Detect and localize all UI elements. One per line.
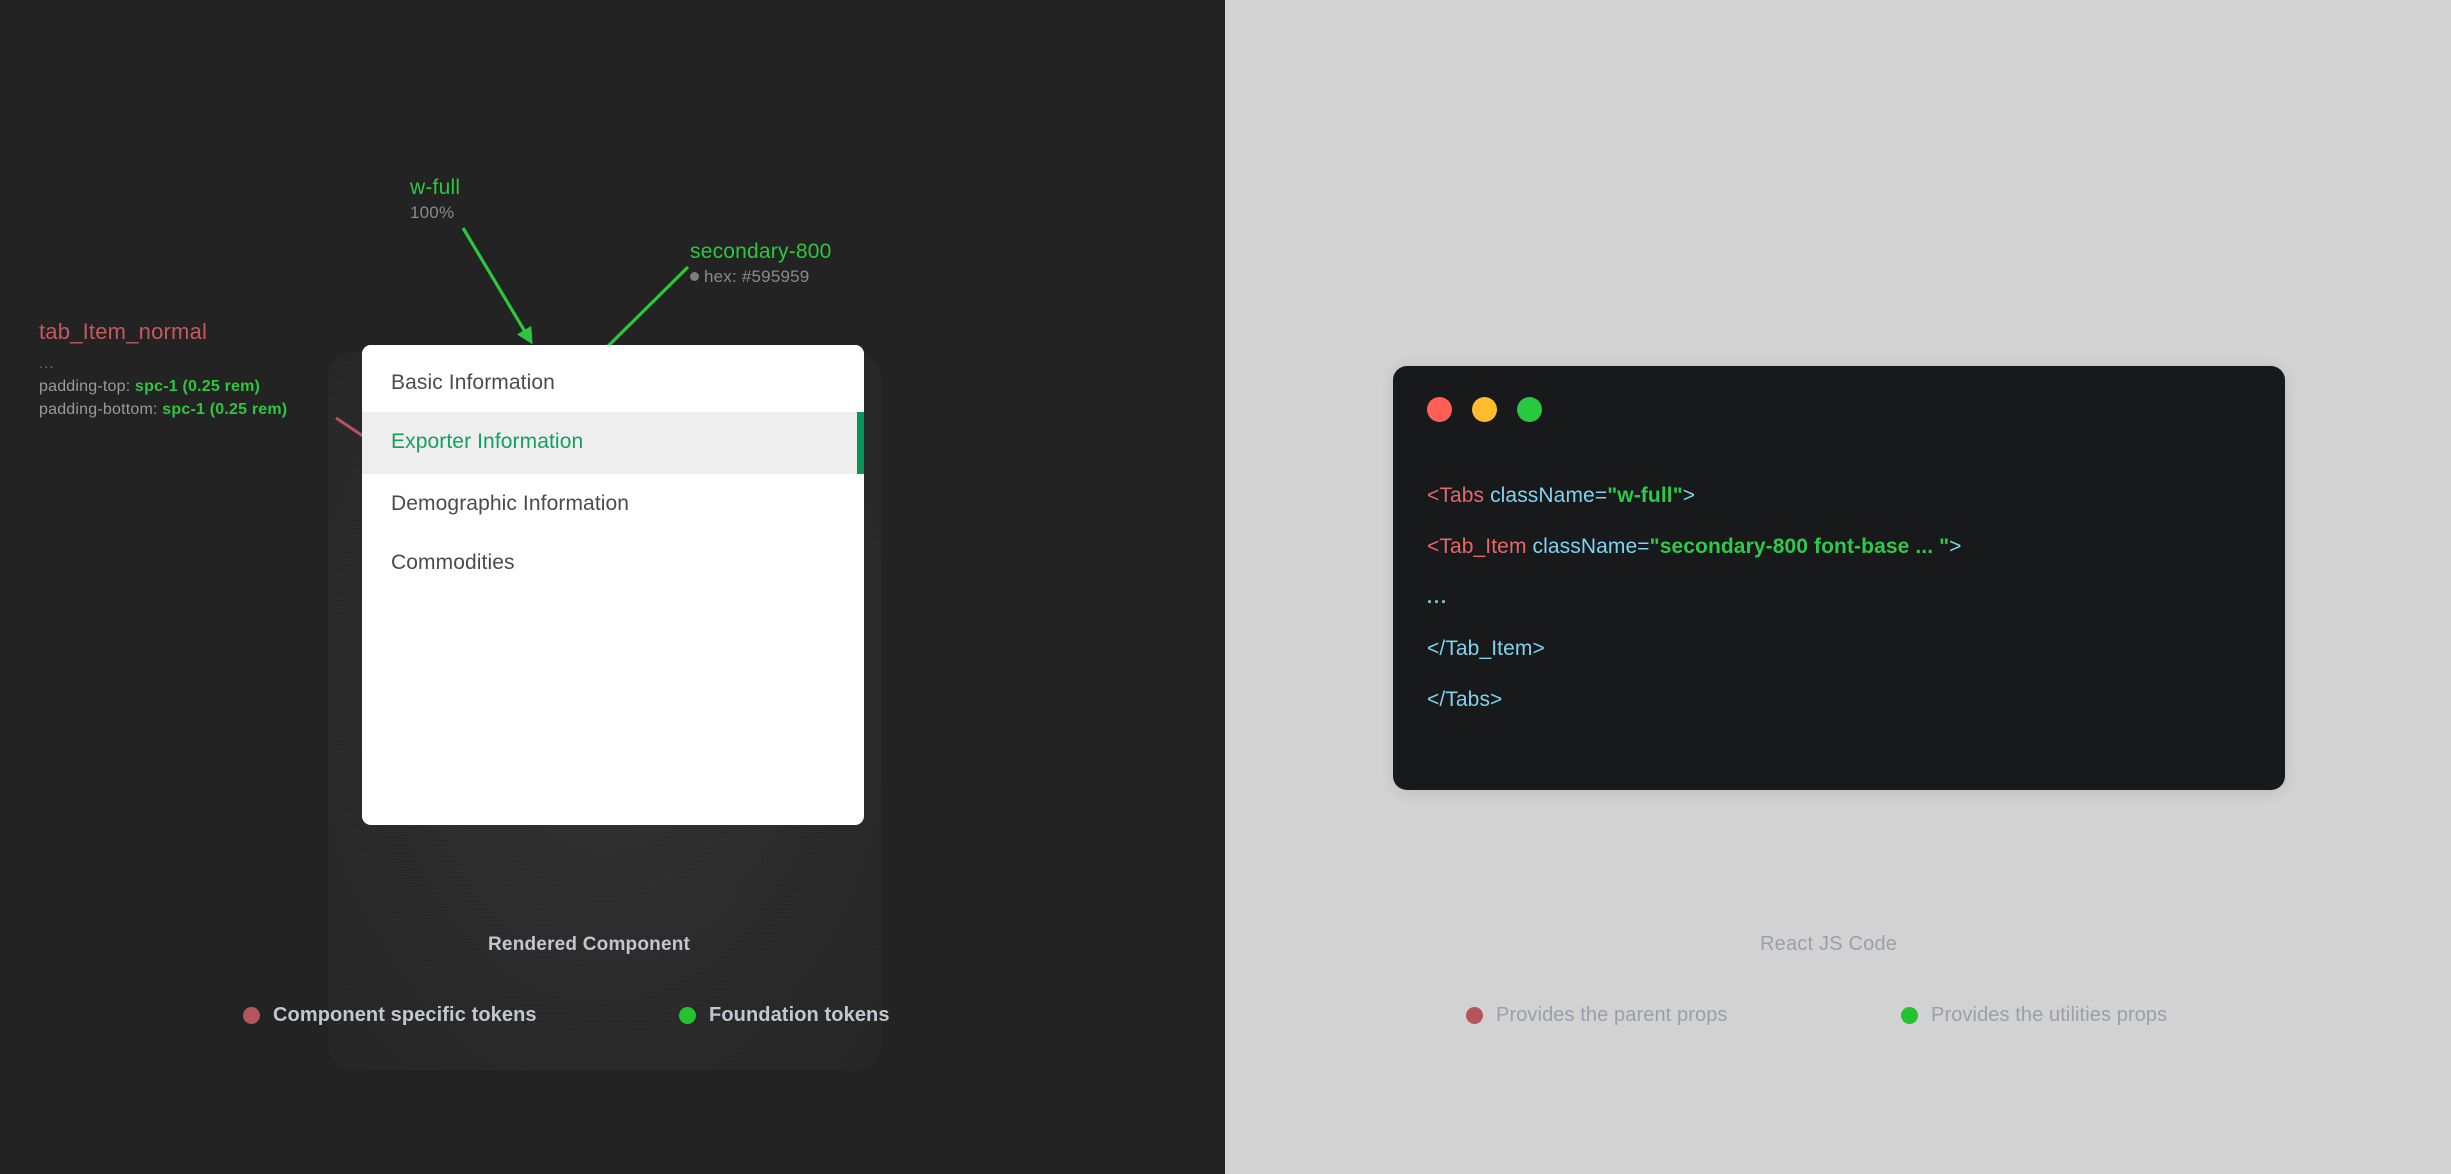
code-line-tabitem-open: <Tab_Item className="secondary-800 font-… [1427, 535, 2261, 558]
annotation-prop-padding-top: padding-top: spc-1 (0.25 rem) [39, 375, 287, 398]
annotation-w-full: w-full 100% [410, 176, 460, 223]
legend-dot-icon [679, 1007, 696, 1024]
annotation-prop-padding-top-name: padding-top: [39, 378, 131, 395]
code-line-tabs-close: </Tabs> [1427, 688, 1503, 711]
legend-dot-icon [1466, 1007, 1483, 1024]
annotation-secondary-800: secondary-800 hex: #595959 [690, 240, 832, 287]
code-attr-name: className= [1490, 484, 1608, 507]
code-quote-open: " [1607, 484, 1618, 507]
annotation-prop-padding-top-value: spc-1 (0.25 rem) [135, 378, 261, 395]
legend-utilities-props: Provides the utilities props [1901, 1004, 2167, 1027]
code-attr-value: secondary-800 font-base ... [1659, 535, 1940, 558]
legend-dot-icon [243, 1007, 260, 1024]
tab-item-label: Exporter Information [391, 430, 584, 454]
code-tag-name: <Tab_Item [1427, 535, 1533, 558]
legend-label: Provides the utilities props [1931, 1004, 2168, 1026]
code-tag-close: > [1682, 484, 1696, 507]
code-tag-close: > [1949, 535, 1962, 558]
arrow-w-full [461, 227, 533, 345]
annotation-secondary-800-hex-row: hex: #595959 [690, 267, 832, 287]
window-traffic-lights [1427, 397, 1542, 422]
tab-item-label: Demographic Information [391, 491, 630, 515]
annotation-w-full-value: 100% [410, 203, 455, 222]
tab-item-basic-information[interactable]: Basic Information [362, 345, 864, 413]
right-panel-caption: React JS Code [1760, 933, 1898, 955]
screenshot-stage: w-full 100% secondary-800 hex: #595959 t… [0, 0, 2451, 1174]
code-attr-name: className= [1532, 535, 1650, 558]
left-dark-panel: w-full 100% secondary-800 hex: #595959 t… [0, 0, 1225, 1174]
close-dot-icon[interactable] [1427, 397, 1452, 422]
code-line-ellipsis: ... [1427, 587, 1449, 607]
legend-parent-props: Provides the parent props [1466, 1004, 1728, 1027]
code-quote-close: " [1672, 484, 1683, 507]
code-tag-name: <Tabs [1427, 484, 1491, 507]
annotation-prop-padding-bottom-name: padding-bottom: [39, 401, 158, 418]
active-tab-indicator [857, 412, 864, 474]
color-swatch-dot-icon [690, 272, 699, 281]
legend-dot-icon [1901, 1007, 1918, 1024]
minimize-dot-icon[interactable] [1472, 397, 1497, 422]
tab-item-label: Commodities [391, 551, 515, 575]
code-attr-value: w-full [1617, 484, 1673, 507]
tab-item-exporter-information[interactable]: Exporter Information [362, 412, 864, 474]
legend-label: Provides the parent props [1496, 1004, 1728, 1026]
code-quote-close: " [1939, 535, 1950, 558]
code-window: <Tabs className="w-full"> <Tab_Item clas… [1393, 366, 2285, 790]
annotation-tab-item-normal-token: tab_Item_normal [39, 319, 208, 344]
annotation-ellipsis: ... [39, 355, 55, 372]
annotation-tab-item-normal: tab_Item_normal ... padding-top: spc-1 (… [39, 319, 287, 421]
tabs-component: Basic Information Exporter Information D… [362, 345, 864, 825]
annotation-prop-padding-bottom: padding-bottom: spc-1 (0.25 rem) [39, 398, 287, 421]
code-line-tabs-open: <Tabs className="w-full"> [1427, 484, 2261, 507]
annotation-secondary-800-hex: hex: #595959 [704, 267, 810, 286]
left-panel-caption: Rendered Component [488, 934, 691, 955]
tab-item-demographic-information[interactable]: Demographic Information [362, 473, 864, 529]
tab-item-label: Basic Information [391, 371, 555, 394]
annotation-prop-padding-bottom-value: spc-1 (0.25 rem) [162, 401, 288, 418]
annotation-w-full-token: w-full [410, 176, 461, 199]
code-line-tabitem-close: </Tab_Item> [1427, 637, 1545, 660]
annotation-secondary-800-token: secondary-800 [690, 240, 832, 263]
code-quote-open: " [1649, 535, 1660, 558]
legend-component-specific-tokens: Component specific tokens [243, 1004, 537, 1027]
maximize-dot-icon[interactable] [1517, 397, 1542, 422]
tab-item-commodities[interactable]: Commodities [362, 528, 864, 588]
code-body: <Tabs className="w-full"> <Tab_Item clas… [1427, 484, 2261, 711]
legend-label: Foundation tokens [709, 1004, 890, 1026]
legend-label: Component specific tokens [273, 1004, 537, 1026]
legend-foundation-tokens: Foundation tokens [679, 1004, 890, 1027]
